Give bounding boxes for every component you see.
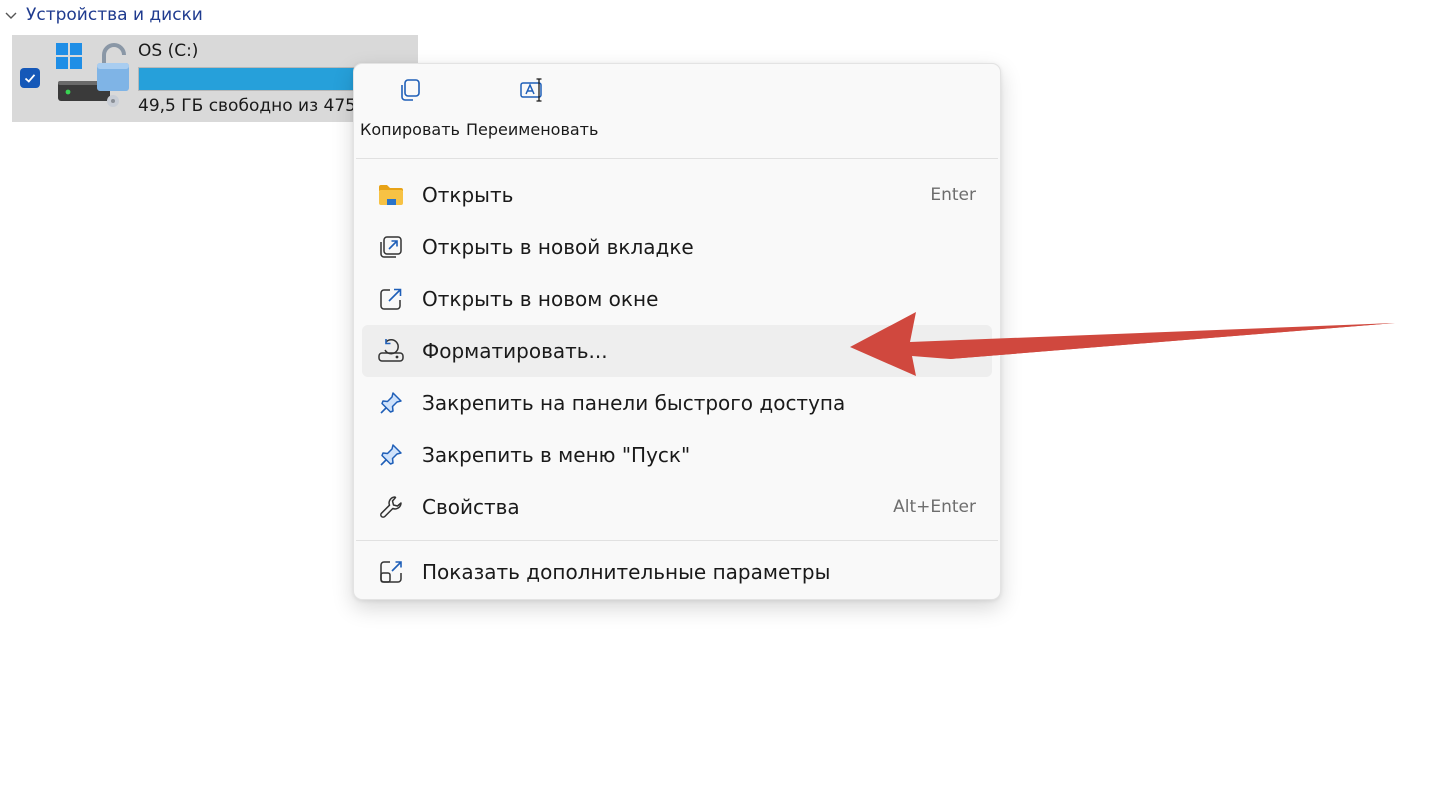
menu-item-open-new-tab[interactable]: Открыть в новой вкладке [362,221,992,273]
menu-item-more-options[interactable]: Показать дополнительные параметры [362,546,992,598]
rename-label: Переименовать [466,120,599,139]
chevron-down-icon [5,12,17,19]
menu-item-label: Закрепить в меню "Пуск" [422,443,691,467]
section-title: Устройства и диски [26,5,203,25]
checkmark-icon [24,74,36,83]
more-options-icon [376,557,406,587]
copy-label: Копировать [360,120,460,139]
bitlocker-drive-icon [56,43,129,107]
drive-free-space: 49,5 ГБ свободно из 475 [138,96,356,116]
menu-item-properties[interactable]: Свойства Alt+Enter [362,481,992,533]
menu-item-label: Показать дополнительные параметры [422,560,831,584]
copy-button[interactable]: Копировать [360,76,460,139]
menu-separator [356,540,998,541]
pin-icon [376,440,406,470]
menu-item-label: Открыть в новом окне [422,287,659,311]
wrench-icon [376,492,406,522]
menu-item-label: Открыть [422,183,514,207]
menu-item-label: Открыть в новой вкладке [422,235,694,259]
pin-icon [376,388,406,418]
rename-icon [520,78,542,102]
rename-button[interactable]: Переименовать [466,76,598,139]
annotation-arrow [850,312,1395,376]
format-drive-icon [376,336,406,366]
drive-checkbox[interactable] [20,68,40,88]
menu-item-label: Форматировать... [422,339,608,363]
menu-item-shortcut: Enter [930,185,976,205]
menu-item-label: Закрепить на панели быстрого доступа [422,391,846,415]
drive-name: OS (C:) [138,41,199,61]
open-new-window-icon [376,284,406,314]
menu-item-shortcut: Alt+Enter [893,497,976,517]
menu-item-pin-start[interactable]: Закрепить в меню "Пуск" [362,429,992,481]
folder-icon [376,180,406,210]
menu-item-open[interactable]: Открыть Enter [362,169,992,221]
copy-icon [401,79,420,101]
open-new-tab-icon [376,232,406,262]
menu-item-label: Свойства [422,495,520,519]
section-header-devices[interactable]: Устройства и диски [0,2,203,28]
quick-actions-bar: Копировать Переименовать [354,64,1000,158]
